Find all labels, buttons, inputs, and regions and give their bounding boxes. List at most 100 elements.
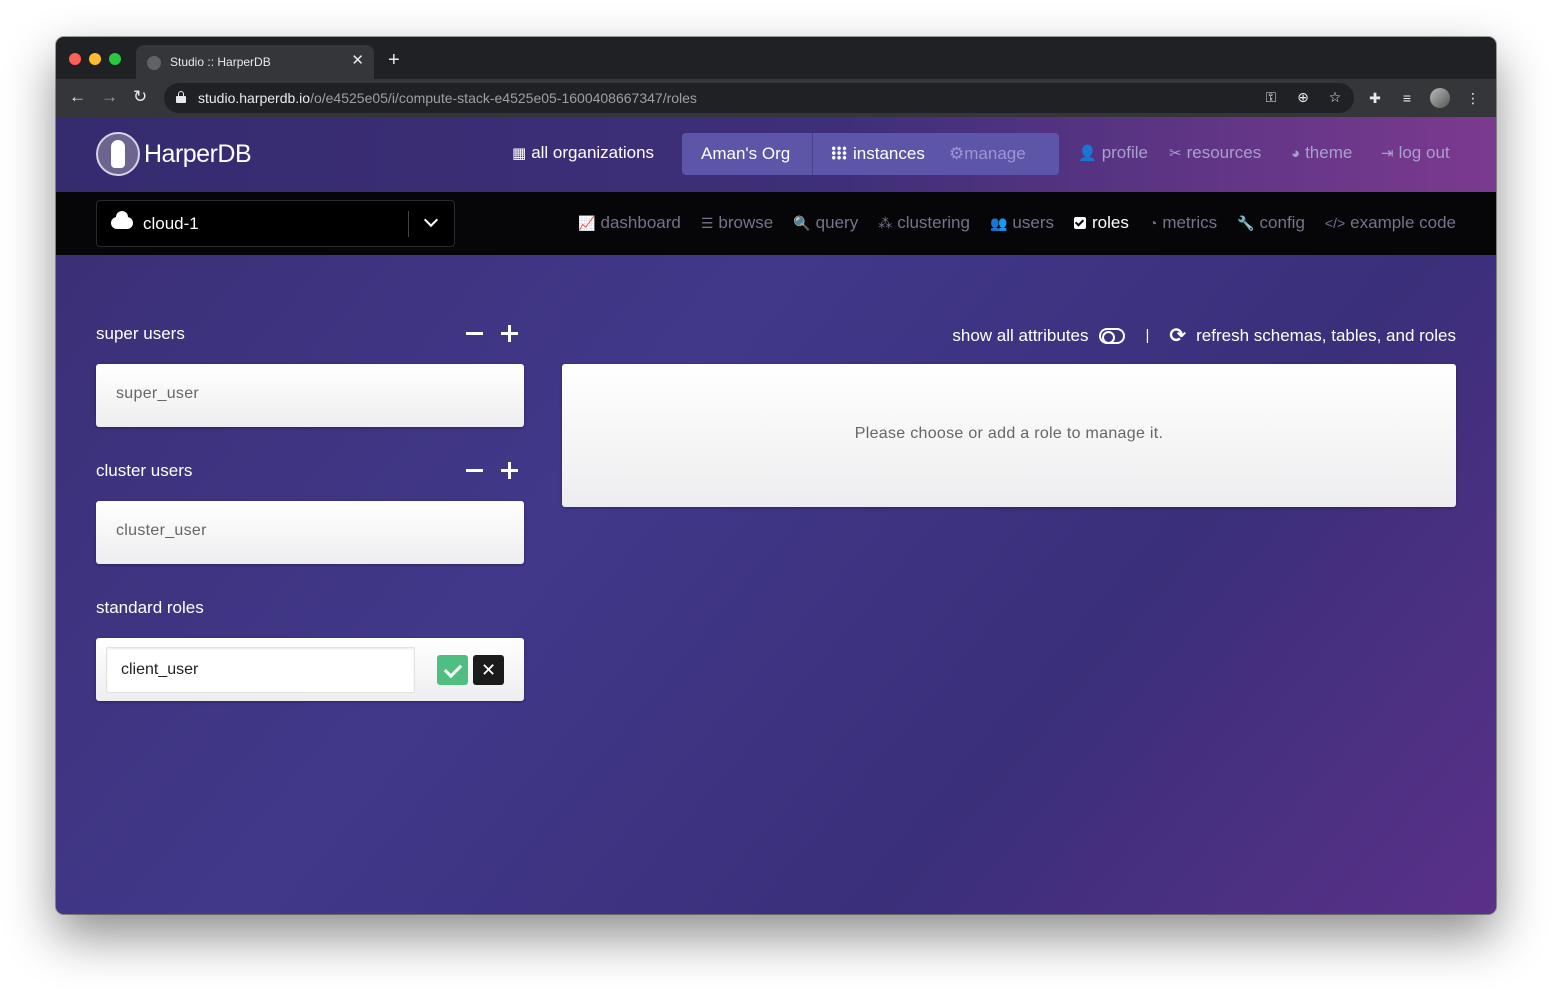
role-item[interactable]: super_user [96,364,524,427]
divider [408,211,409,237]
tab-label: browse [718,213,774,232]
sign-out-icon: ⇥ [1381,145,1394,162]
instance-selector[interactable]: cloud-1 [96,200,455,247]
grid-icon [831,146,847,160]
cancel-role-button[interactable]: ✕ [473,655,504,685]
super-users-title: super users [96,324,185,343]
extensions-puzzle-icon[interactable]: ✚ [1366,90,1384,107]
logo-text[interactable]: HarperDB [144,140,252,169]
tab-label: clustering [897,213,970,232]
browser-window: Studio :: HarperDB ✕ + ← → ↻ studio.harp… [56,37,1496,914]
tab-label: config [1259,213,1305,232]
address-bar: ← → ↻ studio.harperdb.io/o/e4525e05/i/co… [56,79,1496,117]
empty-state-message: Please choose or add a role to manage it… [854,425,1164,442]
org-name-button[interactable]: Aman's Org [701,144,790,164]
add-super-user-icon[interactable] [501,325,518,342]
list-icon: ☰ [700,215,714,231]
url-path: /o/e4525e05/i/compute-stack-e4525e05-160… [310,90,697,106]
instance-name: cloud-1 [143,214,199,233]
cluster-users-actions [466,460,518,479]
instances-link[interactable]: instances [831,144,925,164]
key-icon[interactable]: ⚿ [1262,89,1280,106]
remove-cluster-user-icon[interactable] [466,469,483,472]
chart-line-icon: 📈 [578,215,596,231]
url-field[interactable]: studio.harperdb.io/o/e4525e05/i/compute-… [164,83,1354,113]
toggle-icon[interactable] [1099,327,1126,344]
org-group: Aman's Org instances ⚙manage [682,133,1059,175]
profile-avatar[interactable] [1430,88,1450,108]
user-icon: 👤 [1078,145,1097,162]
close-window-button[interactable] [69,53,81,65]
cloud-icon [111,211,133,229]
instance-subnav: cloud-1 📈 dashboard ☰ browse 🔍 query ⁂ clusteri… [56,192,1496,255]
role-detail-panel: Please choose or add a role to manage it… [562,364,1456,507]
more-menu-icon[interactable]: ⋮ [1464,90,1482,107]
star-icon[interactable]: ☆ [1326,89,1344,106]
new-role-form: ✕ [96,638,524,701]
tab-close-icon[interactable]: ✕ [351,52,364,70]
refresh-link[interactable]: refresh schemas, tables, and roles [1196,326,1456,346]
maximize-window-button[interactable] [109,53,121,65]
lock-icon [176,91,186,103]
check-square-icon [1073,217,1086,229]
role-item[interactable]: cluster_user [96,501,524,564]
manage-label: manage [964,144,1026,163]
add-cluster-user-icon[interactable] [501,462,518,479]
cubes-icon: ⁂ [878,215,893,231]
role-item-label: super_user [116,385,200,402]
tab-config[interactable]: 🔧 config [1237,213,1305,233]
wrench-icon: 🔧 [1237,215,1255,231]
tab-query[interactable]: 🔍 query [793,213,858,233]
harperdb-logo-icon[interactable] [96,132,140,176]
profile-link[interactable]: 👤 profile [1078,143,1148,163]
tab-dashboard[interactable]: 📈 dashboard [578,213,681,233]
minimize-window-button[interactable] [89,53,101,65]
toolbar-separator: | [1145,327,1150,344]
all-organizations-link[interactable]: ▦ all organizations [512,143,654,163]
media-playlist-icon[interactable]: ≡ [1398,90,1416,106]
tools-icon: ✂ [1169,145,1182,162]
role-item-label: cluster_user [116,522,207,539]
instances-label: instances [853,144,925,163]
tab-label: roles [1091,213,1129,232]
tab-label: dashboard [600,213,681,232]
resources-link[interactable]: ✂ resources [1169,143,1261,163]
tab-example-code[interactable]: </> example code [1325,213,1456,233]
tab-label: example code [1350,213,1456,232]
tab-clustering[interactable]: ⁂ clustering [878,213,970,233]
theme-label: theme [1305,143,1353,162]
chevron-down-icon[interactable] [423,212,439,228]
tab-title: Studio :: HarperDB [170,55,271,69]
search-icon: 🔍 [793,215,811,231]
reload-icon[interactable]: ↻ [133,87,147,107]
confirm-role-button[interactable] [437,655,468,685]
tab-roles[interactable]: roles [1073,213,1129,233]
tab-metrics[interactable]: ◔ metrics [1149,213,1217,233]
code-icon: </> [1324,215,1346,231]
new-tab-button[interactable]: + [388,50,400,70]
users-icon: 👥 [989,215,1008,231]
logout-link[interactable]: ⇥ log out [1381,143,1450,163]
tab-label: users [1012,213,1054,232]
manage-link[interactable]: ⚙manage [949,144,1026,164]
tab-browse[interactable]: ☰ browse [701,213,773,233]
url-host: studio.harperdb.io [198,90,311,106]
cogs-icon: ⚙ [949,144,965,163]
resources-label: resources [1186,143,1262,162]
forward-arrow-icon[interactable]: → [101,87,118,107]
zoom-icon[interactable]: ⊕ [1294,89,1312,106]
instance-tabs: 📈 dashboard ☰ browse 🔍 query ⁂ clustering 👥 users… [578,213,1456,233]
super-users-actions [466,323,518,342]
browser-tab[interactable]: Studio :: HarperDB ✕ [136,45,374,79]
remove-super-user-icon[interactable] [466,332,483,335]
theme-link[interactable]: ◕ theme [1291,143,1352,163]
url-text: studio.harperdb.io/o/e4525e05/i/compute-… [198,90,697,106]
browser-tab-bar: Studio :: HarperDB ✕ + [56,37,1496,79]
globe-icon [147,56,161,70]
new-role-input[interactable] [106,647,415,693]
tab-label: query [815,213,859,232]
back-arrow-icon[interactable]: ← [69,87,86,107]
top-nav: HarperDB ▦ all organizations Aman's Org i… [56,117,1496,192]
refresh-icon[interactable]: ⟳ [1169,323,1186,348]
tab-users[interactable]: 👥 users [990,213,1054,233]
